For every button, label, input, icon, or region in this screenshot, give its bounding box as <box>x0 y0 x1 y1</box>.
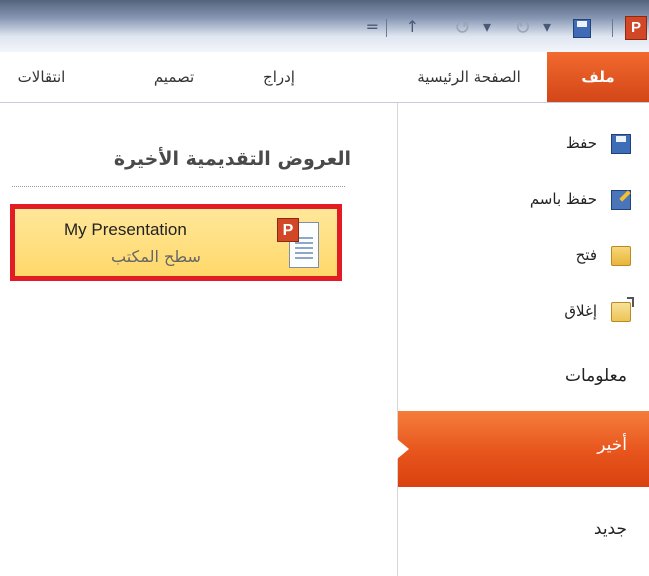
nav-info[interactable]: معلومات <box>565 366 627 386</box>
pptx-file-icon: P <box>277 218 321 272</box>
nav-recent[interactable]: أخير <box>397 411 649 487</box>
tab-home[interactable]: الصفحة الرئيسية <box>404 64 534 90</box>
nav-save-label: حفظ <box>565 134 597 152</box>
tab-insert[interactable]: إدراج <box>249 64 309 90</box>
touch-mode-icon[interactable]: ↑ <box>406 16 419 38</box>
nav-recent-label: أخير <box>597 435 627 455</box>
presentation-name: My Presentation <box>64 220 187 239</box>
selection-pointer <box>397 439 409 459</box>
customize-qat-icon[interactable]: = <box>366 16 379 38</box>
title-bar: = ↑ ↺ ▾ ↻ ▾ P <box>0 0 649 52</box>
nav-close-label: إغلاق <box>564 302 597 320</box>
nav-open[interactable]: فتح <box>398 240 649 274</box>
powerpoint-app-icon[interactable]: P <box>625 16 647 40</box>
powerpoint-badge-icon: P <box>277 218 299 242</box>
nav-open-label: فتح <box>575 246 597 264</box>
nav-save[interactable]: حفظ <box>398 128 649 162</box>
tab-transitions[interactable]: انتقالات <box>0 64 89 90</box>
save-as-icon <box>611 190 631 210</box>
recent-divider <box>12 186 345 187</box>
nav-new[interactable]: جديد <box>594 519 627 539</box>
ribbon-tabs: ملف الصفحة الرئيسية إدراج تصميم انتقالات <box>0 52 649 103</box>
recent-presentation-item[interactable]: P My Presentation سطح المكتب <box>10 204 342 281</box>
undo-icon[interactable]: ↺ <box>454 16 471 38</box>
qat-separator <box>612 19 613 37</box>
qat-separator <box>386 19 387 37</box>
nav-close[interactable]: إغلاق <box>398 296 649 330</box>
undo-dropdown-icon[interactable]: ▾ <box>483 16 491 38</box>
tab-design[interactable]: تصميم <box>139 64 209 90</box>
open-folder-icon <box>611 246 631 266</box>
recent-presentations-title: العروض التقديمية الأخيرة <box>113 148 351 170</box>
presentation-location: سطح المكتب <box>111 247 201 266</box>
backstage-nav: حفظ حفظ باسم فتح إغلاق معلومات أخير جديد <box>397 103 649 576</box>
redo-dropdown-icon[interactable]: ▾ <box>543 16 551 38</box>
nav-save-as[interactable]: حفظ باسم <box>398 184 649 218</box>
close-folder-icon <box>611 297 634 322</box>
redo-icon[interactable]: ↻ <box>514 16 531 38</box>
quick-access-toolbar: = ↑ ↺ ▾ ↻ ▾ P <box>359 16 649 40</box>
tab-file[interactable]: ملف <box>547 52 649 102</box>
save-icon <box>611 134 631 154</box>
qat-save-icon[interactable] <box>573 19 591 38</box>
nav-save-as-label: حفظ باسم <box>529 190 597 208</box>
